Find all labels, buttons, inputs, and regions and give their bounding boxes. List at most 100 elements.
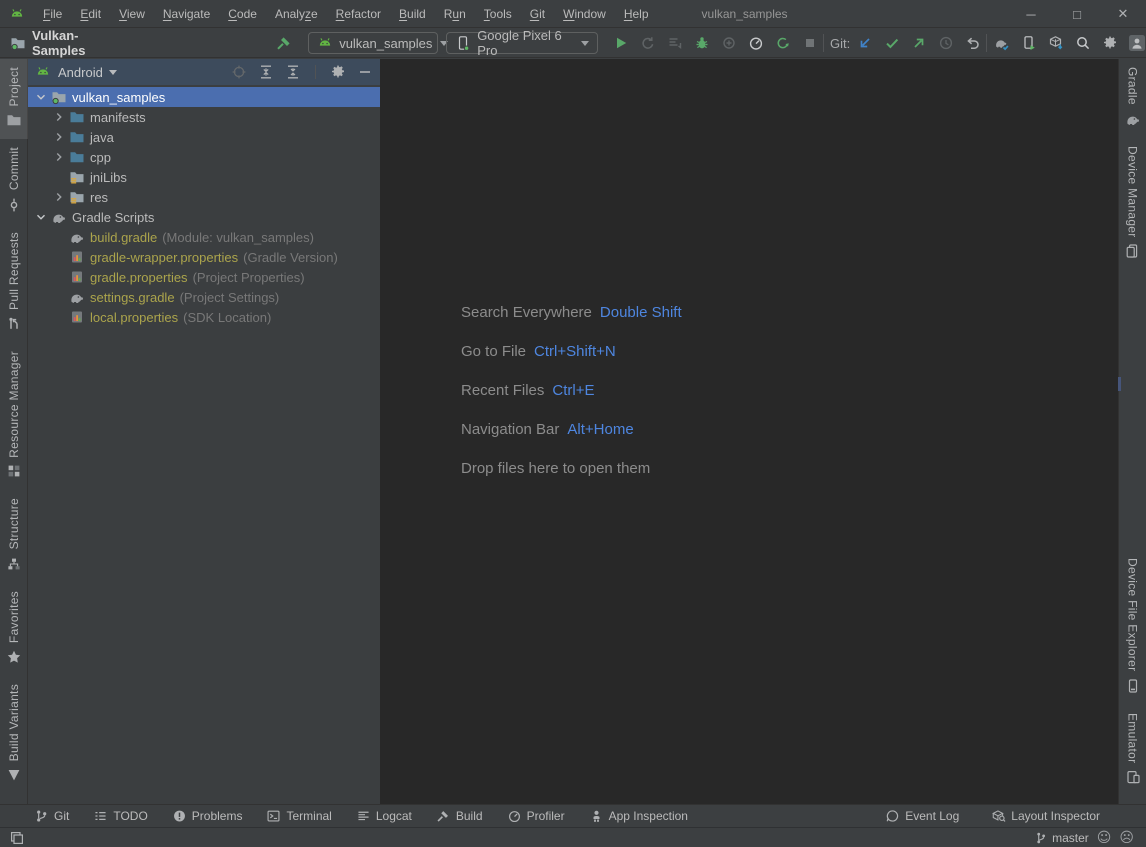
tree-item-jnilibs[interactable]: jniLibs — [28, 167, 380, 187]
menu-navigate[interactable]: Navigate — [154, 0, 219, 28]
sync-and-run-button[interactable] — [774, 34, 792, 52]
maximize-button[interactable]: □ — [1054, 0, 1100, 28]
device-manager-button[interactable] — [1020, 34, 1038, 52]
profile-button[interactable] — [747, 34, 765, 52]
tool-window-button-emulator[interactable]: Emulator — [1119, 705, 1146, 796]
bottom-tool-button-todo[interactable]: TODO — [87, 805, 153, 828]
update-project-button[interactable] — [856, 34, 874, 52]
shortcut-keys: Alt+Home — [567, 421, 633, 438]
push-button[interactable] — [910, 34, 928, 52]
tree-item-res[interactable]: res — [28, 187, 380, 207]
menu-analyze[interactable]: Analyze — [266, 0, 327, 28]
tool-favorites-icon — [5, 648, 23, 666]
menu-refactor[interactable]: Refactor — [327, 0, 390, 28]
attach-debugger-button — [720, 34, 738, 52]
tree-item-gradle-wrapper-properties[interactable]: gradle-wrapper.properties(Gradle Version… — [28, 247, 380, 267]
run-button[interactable] — [612, 34, 630, 52]
tool-window-label: Resource Manager — [7, 351, 21, 458]
bottom-tool-button-git[interactable]: Git — [28, 805, 75, 828]
hide-panel-icon[interactable] — [356, 63, 374, 81]
chevron-right-icon[interactable] — [50, 150, 68, 164]
menu-git[interactable]: Git — [521, 0, 554, 28]
sdk-manager-button[interactable] — [1047, 34, 1065, 52]
tool-window-button-build-variants[interactable]: Build Variants — [0, 676, 28, 794]
tree-item-java[interactable]: java — [28, 127, 380, 147]
tree-item-settings-gradle[interactable]: settings.gradle(Project Settings) — [28, 287, 380, 307]
tree-item-vulkan-samples[interactable]: vulkan_samples — [28, 87, 380, 107]
shortcut-hint: Search EverywhereDouble Shift — [461, 293, 682, 332]
tree-item-annotation: (Project Settings) — [180, 290, 280, 305]
search-everywhere-button[interactable] — [1074, 34, 1092, 52]
tool-window-button-device-manager[interactable]: Device Manager — [1119, 138, 1146, 271]
tree-item-build-gradle[interactable]: build.gradle(Module: vulkan_samples) — [28, 227, 380, 247]
chevron-right-icon[interactable] — [50, 130, 68, 144]
menu-view[interactable]: View — [110, 0, 154, 28]
history-button — [937, 34, 955, 52]
bottom-tool-button-problems[interactable]: Problems — [166, 805, 249, 828]
bottom-tool-button-event-log[interactable]: Event Log — [879, 805, 965, 828]
git-branch-widget[interactable]: master — [1034, 831, 1089, 845]
tool-window-label: Device Manager — [1126, 146, 1140, 238]
tool-window-button-resource-manager[interactable]: Resource Manager — [0, 343, 28, 491]
chevron-right-icon[interactable] — [50, 190, 68, 204]
project-name-button[interactable]: Vulkan-Samples — [32, 28, 108, 58]
folder-project-icon — [50, 89, 68, 105]
tree-item-local-properties[interactable]: local.properties(SDK Location) — [28, 307, 380, 327]
tool-window-button-structure[interactable]: Structure — [0, 490, 28, 582]
tool-window-switcher-icon[interactable] — [8, 829, 26, 847]
chevron-down-icon[interactable] — [32, 210, 50, 224]
tree-item-gradle-scripts[interactable]: Gradle Scripts — [28, 207, 380, 227]
commit-button[interactable] — [883, 34, 901, 52]
bottom-tool-button-layout-inspector[interactable]: Layout Inspector — [985, 805, 1106, 828]
folder-lib-icon — [68, 189, 86, 205]
bottom-tool-button-app-inspection[interactable]: App Inspection — [583, 805, 694, 828]
menu-code[interactable]: Code — [219, 0, 266, 28]
menu-window[interactable]: Window — [554, 0, 615, 28]
tool-window-button-favorites[interactable]: Favorites — [0, 583, 28, 676]
feedback-sad-icon[interactable]: ☹ — [1119, 831, 1134, 845]
build-hammer-icon[interactable] — [276, 34, 292, 52]
shortcut-hint: Recent FilesCtrl+E — [461, 371, 682, 410]
tree-item-manifests[interactable]: manifests — [28, 107, 380, 127]
tool-window-button-commit[interactable]: Commit — [0, 139, 28, 223]
feedback-happy-icon[interactable]: ☺ — [1097, 831, 1112, 845]
bottom-tool-button-logcat[interactable]: Logcat — [350, 805, 418, 828]
menu-edit[interactable]: Edit — [71, 0, 110, 28]
strip-device-file-icon — [1124, 677, 1142, 695]
device-select[interactable]: Google Pixel 6 Pro — [446, 32, 598, 54]
sync-gradle-button[interactable] — [993, 34, 1011, 52]
folder-icon — [68, 149, 86, 165]
tool-window-button-device-file-explorer[interactable]: Device File Explorer — [1119, 550, 1146, 704]
settings-button[interactable] — [1101, 34, 1119, 52]
menu-build[interactable]: Build — [390, 0, 435, 28]
run-configuration-select[interactable]: vulkan_samples — [308, 32, 438, 54]
tool-window-button-pull-requests[interactable]: Pull Requests — [0, 224, 28, 343]
tool-window-button-gradle[interactable]: Gradle — [1119, 59, 1146, 138]
shortcut-action-label: Search Everywhere — [461, 304, 592, 321]
chevron-right-icon[interactable] — [50, 110, 68, 124]
rollback-button[interactable] — [964, 34, 982, 52]
profile-avatar-button[interactable] — [1128, 34, 1146, 52]
tree-item-gradle-properties[interactable]: gradle.properties(Project Properties) — [28, 267, 380, 287]
properties-icon — [68, 249, 86, 265]
menu-file[interactable]: File — [34, 0, 71, 28]
tree-item-cpp[interactable]: cpp — [28, 147, 380, 167]
locate-file-icon[interactable] — [230, 63, 248, 81]
menu-help[interactable]: Help — [615, 0, 658, 28]
panel-settings-gear-icon[interactable] — [329, 63, 347, 81]
chevron-down-icon[interactable] — [32, 90, 50, 104]
minimize-button[interactable]: ─ — [1008, 0, 1054, 28]
menu-tools[interactable]: Tools — [475, 0, 521, 28]
tool-window-button-project[interactable]: Project — [0, 59, 28, 139]
project-view-selector[interactable]: Android — [58, 65, 103, 80]
bottom-tool-button-profiler[interactable]: Profiler — [501, 805, 571, 828]
tree-item-label: manifests — [90, 110, 146, 125]
bottom-tool-button-terminal[interactable]: Terminal — [260, 805, 337, 828]
menu-run[interactable]: Run — [435, 0, 475, 28]
expand-all-icon[interactable] — [257, 63, 275, 81]
debug-button[interactable] — [693, 34, 711, 52]
collapse-all-icon[interactable] — [284, 63, 302, 81]
tool-window-label: Commit — [7, 147, 21, 190]
bottom-tool-button-build[interactable]: Build — [430, 805, 489, 828]
close-button[interactable]: ✕ — [1100, 0, 1146, 28]
